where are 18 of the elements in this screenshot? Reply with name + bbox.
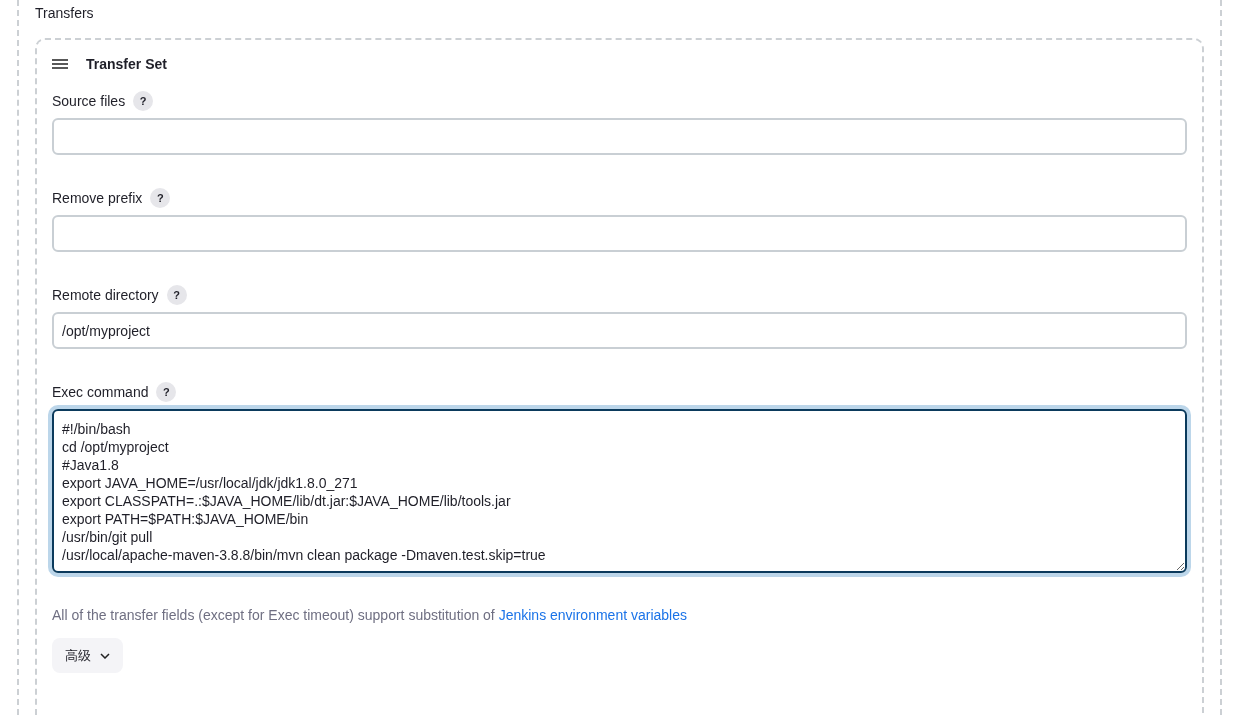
field-label: Remove prefix xyxy=(52,188,143,208)
drag-handle-icon[interactable] xyxy=(52,59,68,69)
text-input[interactable] xyxy=(52,215,1187,252)
help-button[interactable]: ? xyxy=(150,188,171,208)
field-label: Remote directory xyxy=(52,285,159,305)
help-note: All of the transfer fields (except for Exec timeout) support substitution of Jenkins environment variables xyxy=(52,606,688,625)
transfer-set-title: Transfer Set xyxy=(86,54,167,74)
chevron-down-icon xyxy=(100,652,110,659)
help-button[interactable]: ? xyxy=(166,285,187,305)
help-button[interactable]: ? xyxy=(133,91,154,111)
environment-variables-link[interactable]: Jenkins environment variables xyxy=(498,607,687,623)
field-label: Source files xyxy=(52,91,126,111)
help-button[interactable]: ? xyxy=(156,382,177,402)
advanced-button[interactable]: 高级 xyxy=(52,638,123,673)
section-title: Transfers xyxy=(35,4,95,23)
field-label: Exec command xyxy=(52,382,149,402)
text-input[interactable]: /opt/myproject xyxy=(52,312,1187,349)
text-input[interactable] xyxy=(52,118,1187,155)
